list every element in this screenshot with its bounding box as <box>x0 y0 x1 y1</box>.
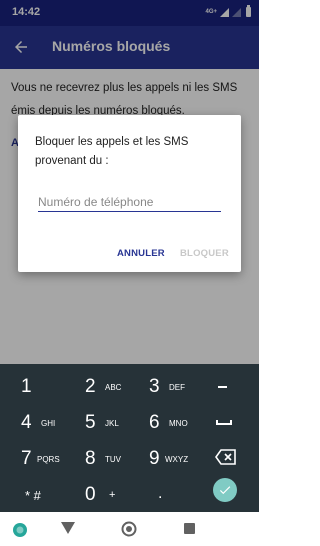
space-key[interactable] <box>207 406 247 439</box>
key-9[interactable]: 9 WXYZ <box>149 442 213 475</box>
key-plus: + <box>109 489 116 501</box>
key-digit: 1 <box>21 376 32 397</box>
key-letters: GHI <box>41 419 56 428</box>
key-letters: JKL <box>105 419 119 428</box>
keyboard-switch-icon[interactable] <box>11 521 29 539</box>
phone-number-input[interactable] <box>38 192 221 212</box>
key-4[interactable]: 4 GHI <box>21 406 85 439</box>
cancel-button[interactable]: ANNULER <box>117 248 165 259</box>
key-digit: 3 <box>149 376 160 397</box>
key-letters: DEF <box>169 383 185 392</box>
key-star-hash[interactable]: * # <box>25 478 89 511</box>
key-7[interactable]: 7 PQRS <box>21 442 85 475</box>
key-digit: 8 <box>85 448 96 469</box>
minus-icon <box>218 386 227 388</box>
done-button[interactable] <box>213 478 237 502</box>
key-digit: 0 <box>85 484 96 505</box>
key-letters: TUV <box>105 455 121 464</box>
system-nav-bar <box>0 512 259 546</box>
key-digit: 7 <box>21 448 32 469</box>
key-5[interactable]: 5 JKL <box>85 406 149 439</box>
key-digit: 4 <box>21 412 32 433</box>
key-letters: PQRS <box>37 455 60 464</box>
key-digit: 2 <box>85 376 96 397</box>
key-letters: MNO <box>169 419 188 428</box>
block-number-dialog: Bloquer les appels et les SMS provenant … <box>18 115 241 272</box>
key-digit: 5 <box>85 412 96 433</box>
key-0[interactable]: 0 + <box>85 478 149 511</box>
key-letters: WXYZ <box>165 455 189 464</box>
key-3[interactable]: 3 DEF <box>149 370 213 403</box>
triangle-back-icon[interactable] <box>61 522 75 534</box>
key-digit: 6 <box>149 412 160 433</box>
key-8[interactable]: 8 TUV <box>85 442 149 475</box>
backspace-key[interactable] <box>207 442 247 475</box>
block-button[interactable]: BLOQUER <box>180 248 229 259</box>
minus-key[interactable] <box>207 370 247 403</box>
backspace-icon <box>215 449 236 465</box>
key-digit: 9 <box>149 448 160 469</box>
circle-home-icon[interactable] <box>121 521 137 537</box>
numeric-keypad: 1 2 ABC 3 DEF 4 GHI 5 JKL 6 MNO 7 PQRS 8… <box>0 364 259 512</box>
key-6[interactable]: 6 MNO <box>149 406 213 439</box>
square-recents-icon[interactable] <box>184 523 195 534</box>
key-letters: ABC <box>105 383 122 392</box>
check-icon <box>219 486 231 495</box>
space-icon <box>216 420 232 425</box>
key-symbols: * # <box>25 488 41 503</box>
key-period[interactable]: . <box>158 478 222 511</box>
dialog-title: Bloquer les appels et les SMS provenant … <box>35 136 189 167</box>
key-period-label: . <box>158 485 163 502</box>
key-2[interactable]: 2 ABC <box>85 370 149 403</box>
key-1[interactable]: 1 <box>21 370 85 403</box>
